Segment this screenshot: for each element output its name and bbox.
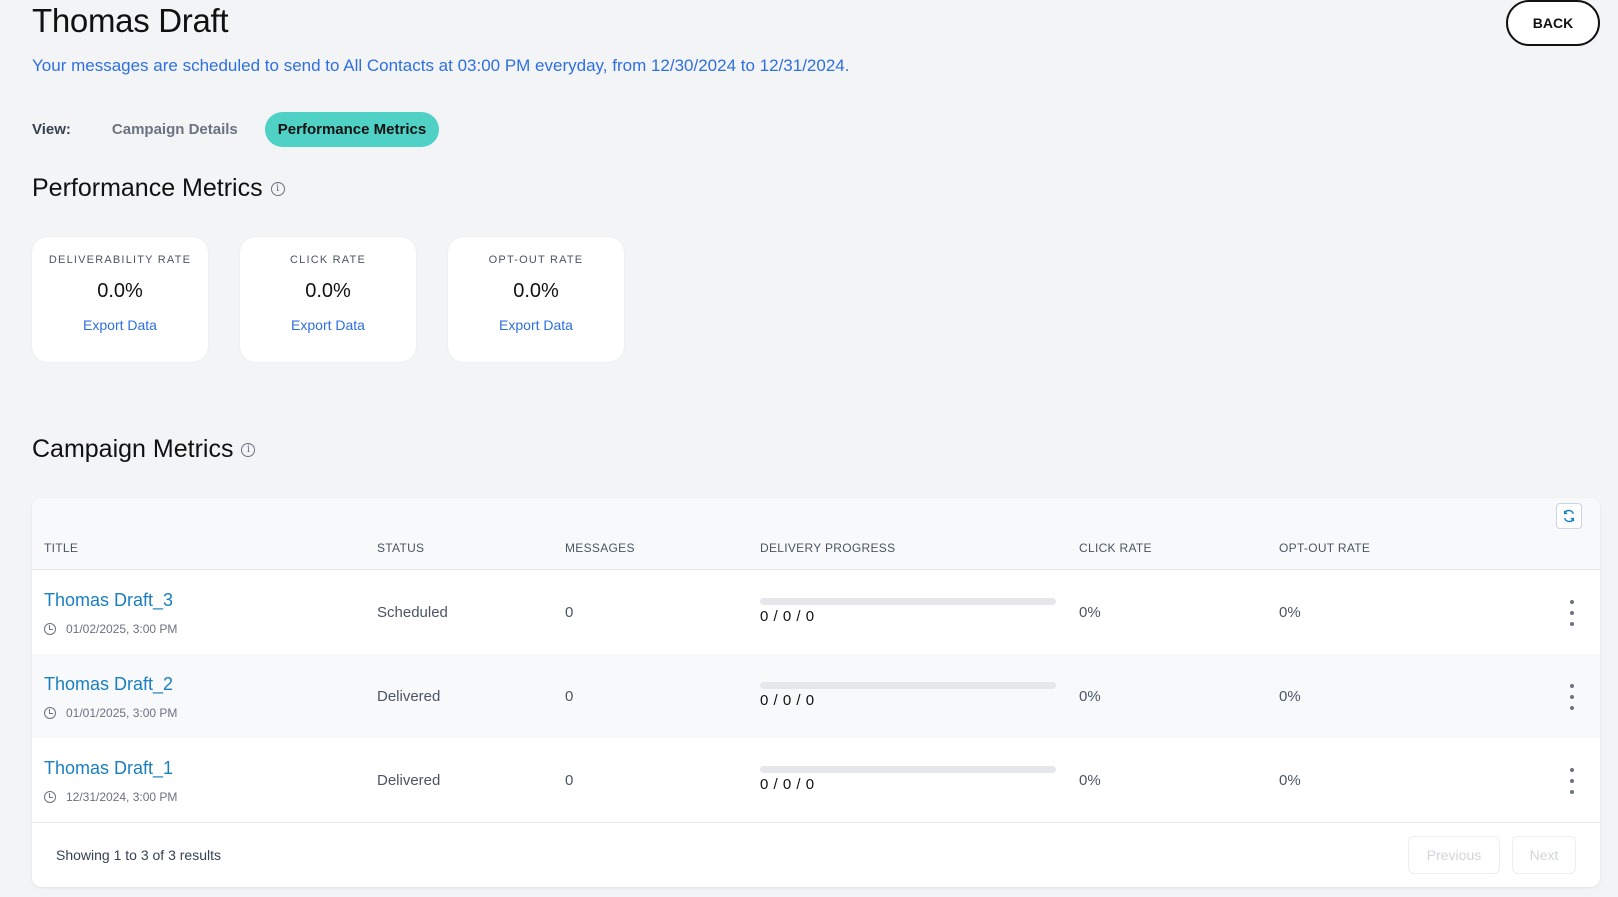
table-footer: Showing 1 to 3 of 3 results Previous Nex… [32, 822, 1600, 887]
row-opt-out-rate: 0% [1279, 688, 1301, 705]
row-click-rate: 0% [1079, 688, 1101, 705]
campaign-metrics-heading: Campaign Metrics i [32, 435, 256, 464]
info-icon[interactable]: i [270, 181, 285, 196]
row-status: Scheduled [377, 604, 448, 621]
delivery-progress-text: 0 / 0 / 0 [760, 608, 815, 625]
previous-button[interactable]: Previous [1408, 836, 1500, 874]
row-date: 01/02/2025, 3:00 PM [44, 622, 177, 636]
kebab-menu-icon[interactable] [1566, 684, 1578, 710]
table-row: Thomas Draft_2 01/01/2025, 3:00 PM Deliv… [32, 654, 1600, 738]
clock-icon [44, 623, 56, 635]
campaign-metrics-table: TITLE STATUS MESSAGES DELIVERY PROGRESS … [32, 498, 1600, 887]
refresh-icon [1563, 509, 1575, 523]
row-click-rate: 0% [1079, 604, 1101, 621]
row-messages: 0 [565, 772, 574, 789]
info-icon[interactable]: i [241, 442, 256, 457]
row-date-text: 12/31/2024, 3:00 PM [66, 790, 178, 804]
delivery-progress-bar [760, 766, 1056, 773]
card-value: 0.0% [97, 280, 143, 302]
clock-icon [44, 707, 56, 719]
row-click-rate: 0% [1079, 772, 1101, 789]
delivery-progress-text: 0 / 0 / 0 [760, 776, 815, 793]
table-row: Thomas Draft_3 01/02/2025, 3:00 PM Sched… [32, 570, 1600, 654]
page-title: Thomas Draft [32, 2, 229, 39]
row-date-text: 01/02/2025, 3:00 PM [66, 622, 178, 636]
card-value: 0.0% [305, 280, 351, 302]
row-opt-out-rate: 0% [1279, 772, 1301, 789]
row-date-text: 01/01/2025, 3:00 PM [66, 706, 178, 720]
deliverability-rate-card: DELIVERABILITY RATE 0.0% Export Data [32, 237, 208, 362]
column-header-messages[interactable]: MESSAGES [565, 541, 635, 555]
delivery-progress-text: 0 / 0 / 0 [760, 692, 815, 709]
opt-out-rate-card: OPT-OUT RATE 0.0% Export Data [448, 237, 624, 362]
row-messages: 0 [565, 604, 574, 621]
row-status: Delivered [377, 772, 441, 789]
table-header: TITLE STATUS MESSAGES DELIVERY PROGRESS … [32, 498, 1600, 570]
column-header-status[interactable]: STATUS [377, 541, 424, 555]
card-label: DELIVERABILITY RATE [48, 254, 192, 266]
back-button[interactable]: BACK [1506, 0, 1600, 46]
column-header-click-rate[interactable]: CLICK RATE [1079, 541, 1152, 555]
campaign-title-link[interactable]: Thomas Draft_2 [44, 674, 173, 695]
metric-cards: DELIVERABILITY RATE 0.0% Export Data CLI… [32, 237, 624, 362]
card-value: 0.0% [513, 280, 559, 302]
column-header-delivery-progress[interactable]: DELIVERY PROGRESS [760, 541, 895, 555]
tab-performance-metrics[interactable]: Performance Metrics [264, 111, 440, 147]
column-header-title[interactable]: TITLE [44, 541, 78, 555]
campaign-title-link[interactable]: Thomas Draft_1 [44, 758, 173, 779]
clock-icon [44, 791, 56, 803]
row-date: 12/31/2024, 3:00 PM [44, 790, 177, 804]
delivery-progress-bar [760, 598, 1056, 605]
performance-metrics-title: Performance Metrics [32, 174, 263, 202]
row-opt-out-rate: 0% [1279, 604, 1301, 621]
click-rate-card: CLICK RATE 0.0% Export Data [240, 237, 416, 362]
performance-metrics-heading: Performance Metrics i [32, 174, 285, 203]
refresh-button[interactable] [1556, 503, 1582, 529]
campaign-title-link[interactable]: Thomas Draft_3 [44, 590, 173, 611]
row-date: 01/01/2025, 3:00 PM [44, 706, 177, 720]
export-data-link[interactable]: Export Data [499, 317, 573, 333]
column-header-opt-out-rate[interactable]: OPT-OUT RATE [1279, 541, 1370, 555]
view-switcher: View: Campaign Details Performance Metri… [32, 110, 440, 148]
row-messages: 0 [565, 688, 574, 705]
campaign-metrics-title: Campaign Metrics [32, 435, 234, 463]
table-row: Thomas Draft_1 12/31/2024, 3:00 PM Deliv… [32, 738, 1600, 822]
tab-campaign-details[interactable]: Campaign Details [99, 112, 251, 147]
card-label: CLICK RATE [290, 254, 366, 266]
delivery-progress-bar [760, 682, 1056, 689]
view-label: View: [32, 120, 71, 138]
export-data-link[interactable]: Export Data [291, 317, 365, 333]
export-data-link[interactable]: Export Data [83, 317, 157, 333]
kebab-menu-icon[interactable] [1566, 600, 1578, 626]
row-status: Delivered [377, 688, 441, 705]
card-label: OPT-OUT RATE [488, 254, 584, 266]
schedule-summary: Your messages are scheduled to send to A… [32, 56, 850, 75]
pagination-summary: Showing 1 to 3 of 3 results [56, 847, 221, 863]
next-button[interactable]: Next [1512, 836, 1576, 874]
kebab-menu-icon[interactable] [1566, 768, 1578, 794]
